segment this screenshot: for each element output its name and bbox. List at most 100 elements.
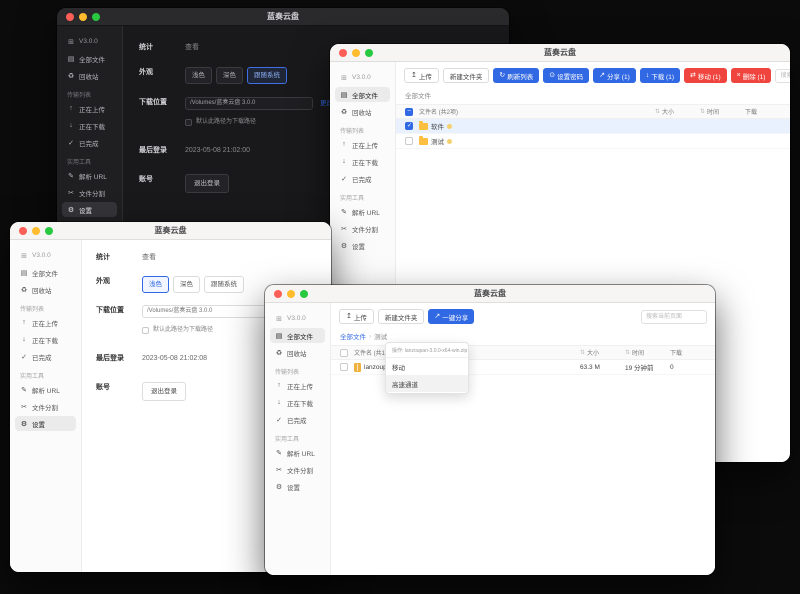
delete-button[interactable]: ×删除 (1) bbox=[731, 68, 772, 83]
titlebar[interactable]: 蓝奏云盘 bbox=[57, 8, 509, 26]
sidebar-item-all-files[interactable]: ▤全部文件 bbox=[270, 328, 325, 343]
move-button[interactable]: ⇄移动 (1) bbox=[684, 68, 727, 83]
sidebar-item-completed[interactable]: ✓已完成 bbox=[15, 349, 76, 364]
minimize-icon[interactable] bbox=[287, 290, 295, 298]
sidebar-item-uploading[interactable]: ↑正在上传 bbox=[270, 378, 325, 393]
breadcrumb-item[interactable]: 全部文件 bbox=[405, 90, 431, 100]
sidebar-item-all-files[interactable]: ▤全部文件 bbox=[62, 51, 117, 66]
sidebar-item-settings[interactable]: ⚙设置 bbox=[62, 202, 117, 217]
download-path-input[interactable]: /Volumes/蓝奏云盘 3.0.0 bbox=[185, 97, 313, 110]
sidebar-item-parse-url[interactable]: ✎解析 URL bbox=[270, 445, 325, 460]
sidebar-item-uploading[interactable]: ↑正在上传 bbox=[62, 101, 117, 116]
search-input[interactable] bbox=[775, 69, 790, 83]
theme-option-0[interactable]: 浅色 bbox=[142, 276, 169, 293]
context-menu-item-fast-channel[interactable]: 高速通道 bbox=[386, 375, 468, 392]
sidebar-item-version[interactable]: ⊞V3.0.0 bbox=[335, 70, 390, 85]
sidebar-item-completed[interactable]: ✓已完成 bbox=[335, 171, 390, 186]
sidebar-item-settings[interactable]: ⚙设置 bbox=[270, 479, 325, 494]
sidebar-item-parse-url[interactable]: ✎解析 URL bbox=[15, 382, 76, 397]
row-checkbox[interactable] bbox=[405, 122, 413, 130]
sidebar-item-downloading[interactable]: ↓正在下载 bbox=[15, 332, 76, 347]
sidebar-item-file-split[interactable]: ✂文件分割 bbox=[335, 221, 390, 236]
sidebar-item-label: 正在上传 bbox=[79, 104, 105, 114]
sidebar-item-file-split[interactable]: ✂文件分割 bbox=[270, 462, 325, 477]
sidebar-item-uploading[interactable]: ↑正在上传 bbox=[335, 137, 390, 152]
sidebar-item-uploading[interactable]: ↑正在上传 bbox=[15, 315, 76, 330]
stats-value[interactable]: 查看 bbox=[142, 252, 156, 264]
file-row[interactable]: 软件 bbox=[396, 119, 790, 134]
name-column-header[interactable]: 文件名 (共2项) bbox=[419, 107, 655, 116]
theme-option-1[interactable]: 深色 bbox=[216, 67, 243, 84]
sidebar-item-file-split[interactable]: ✂文件分割 bbox=[62, 185, 117, 200]
sidebar-item-settings[interactable]: ⚙设置 bbox=[335, 238, 390, 253]
sidebar-item-all-files[interactable]: ▤全部文件 bbox=[335, 87, 390, 102]
fullscreen-icon[interactable] bbox=[300, 290, 308, 298]
theme-option-0[interactable]: 浅色 bbox=[185, 67, 212, 84]
sidebar-item-parse-url[interactable]: ✎解析 URL bbox=[335, 204, 390, 219]
theme-option-2[interactable]: 跟随系统 bbox=[247, 67, 287, 84]
size-column-header[interactable]: ⇅大小 bbox=[580, 348, 625, 357]
close-icon[interactable] bbox=[19, 227, 27, 235]
context-menu-item-move[interactable]: 移动 bbox=[386, 358, 468, 375]
upload-button[interactable]: ↥上传 bbox=[339, 309, 374, 324]
sidebar-item-completed[interactable]: ✓已完成 bbox=[270, 412, 325, 427]
new-folder-button[interactable]: 新建文件夹 bbox=[378, 309, 425, 324]
close-icon[interactable] bbox=[66, 13, 74, 21]
download-button[interactable]: ↓下载 (1) bbox=[640, 68, 680, 83]
last-login-label: 最后登录 bbox=[96, 353, 142, 365]
sidebar-item-recycle-bin[interactable]: ♻回收站 bbox=[270, 345, 325, 360]
titlebar[interactable]: 蓝奏云盘 bbox=[265, 285, 715, 303]
size-column-header[interactable]: ⇅大小 bbox=[655, 107, 700, 116]
sidebar-item-file-split[interactable]: ✂文件分割 bbox=[15, 399, 76, 414]
minimize-icon[interactable] bbox=[32, 227, 40, 235]
select-all-checkbox[interactable] bbox=[340, 349, 348, 357]
search-input[interactable] bbox=[641, 310, 707, 324]
row-checkbox[interactable] bbox=[405, 137, 413, 145]
sidebar-item-downloading[interactable]: ↓正在下载 bbox=[62, 118, 117, 133]
fullscreen-icon[interactable] bbox=[92, 13, 100, 21]
set-password-button[interactable]: ⊙设置密码 bbox=[543, 68, 589, 83]
file-row[interactable]: 测试 bbox=[396, 134, 790, 149]
theme-option-1[interactable]: 深色 bbox=[173, 276, 200, 293]
last-login-value: 2023-05-08 21:02:00 bbox=[185, 145, 250, 157]
sidebar-item-recycle-bin[interactable]: ♻回收站 bbox=[15, 282, 76, 297]
default-path-checkbox[interactable] bbox=[142, 327, 149, 334]
time-column-header[interactable]: ⇅时间 bbox=[700, 107, 745, 116]
delete-icon: × bbox=[737, 72, 741, 79]
download-path-input[interactable]: /Volumes/蓝奏云盘 3.0.0 bbox=[142, 305, 270, 318]
sidebar-item-recycle-bin[interactable]: ♻回收站 bbox=[62, 68, 117, 83]
download-location-label: 下载位置 bbox=[139, 97, 185, 109]
refresh-list-button[interactable]: ↻刷新列表 bbox=[493, 68, 539, 83]
logout-button[interactable]: 退出登录 bbox=[185, 174, 229, 193]
fullscreen-icon[interactable] bbox=[45, 227, 53, 235]
sidebar-item-all-files[interactable]: ▤全部文件 bbox=[15, 265, 76, 280]
close-icon[interactable] bbox=[274, 290, 282, 298]
sidebar-item-completed[interactable]: ✓已完成 bbox=[62, 135, 117, 150]
breadcrumb-item[interactable]: 全部文件 bbox=[340, 331, 366, 341]
upload-button[interactable]: ↥上传 bbox=[404, 68, 439, 83]
sidebar-item-version[interactable]: ⊞V3.0.0 bbox=[270, 311, 325, 326]
logout-button[interactable]: 退出登录 bbox=[142, 382, 186, 401]
close-icon[interactable] bbox=[339, 49, 347, 57]
sidebar-item-version[interactable]: ⊞V3.0.0 bbox=[15, 248, 76, 263]
new-folder-button[interactable]: 新建文件夹 bbox=[443, 68, 490, 83]
select-all-checkbox[interactable] bbox=[405, 108, 413, 116]
theme-option-2[interactable]: 跟随系统 bbox=[204, 276, 244, 293]
minimize-icon[interactable] bbox=[352, 49, 360, 57]
sidebar-item-parse-url[interactable]: ✎解析 URL bbox=[62, 168, 117, 183]
sidebar-item-settings[interactable]: ⚙设置 bbox=[15, 416, 76, 431]
stats-value[interactable]: 查看 bbox=[185, 42, 199, 54]
sidebar-item-recycle-bin[interactable]: ♻回收站 bbox=[335, 104, 390, 119]
titlebar[interactable]: 蓝奏云盘 bbox=[10, 222, 331, 240]
time-column-header[interactable]: ⇅时间 bbox=[625, 348, 670, 357]
row-checkbox[interactable] bbox=[340, 363, 348, 371]
fullscreen-icon[interactable] bbox=[365, 49, 373, 57]
minimize-icon[interactable] bbox=[79, 13, 87, 21]
one-click-share-button[interactable]: ↗一键分享 bbox=[428, 309, 474, 324]
sidebar-item-version[interactable]: ⊞V3.0.0 bbox=[62, 34, 117, 49]
titlebar[interactable]: 蓝奏云盘 bbox=[330, 44, 790, 62]
sidebar-item-downloading[interactable]: ↓正在下载 bbox=[335, 154, 390, 169]
share-button[interactable]: ↗分享 (1) bbox=[593, 68, 636, 83]
sidebar-item-downloading[interactable]: ↓正在下载 bbox=[270, 395, 325, 410]
default-path-checkbox[interactable] bbox=[185, 119, 192, 126]
